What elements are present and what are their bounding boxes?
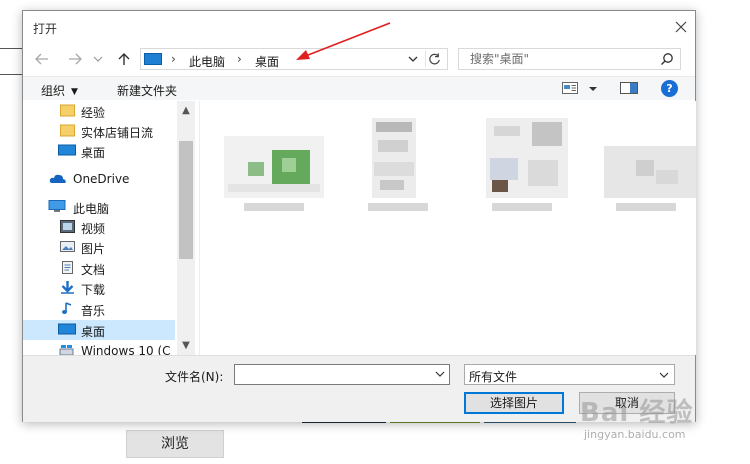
chevron-down-icon [659,372,669,378]
file-item[interactable] [586,113,706,219]
search-icon[interactable] [660,52,674,66]
sidebar-item-label: 下载 [81,283,106,297]
desktop-icon [58,323,76,335]
file-name-placeholder [492,203,552,211]
download-icon [61,281,74,294]
desktop-icon [58,144,76,156]
sidebar-scrollbar[interactable]: ▲ ▼ [177,101,195,355]
sidebar-item-desktop[interactable]: 桌面 [23,141,175,161]
watermark-text: Bai 经验 [580,398,694,428]
address-row: › 此电脑 › 桌面 [23,46,695,72]
sidebar-item-desktop[interactable]: 桌面 [23,320,175,340]
background-divider [0,74,22,75]
sidebar-item-folder[interactable]: 经验 [23,101,175,121]
help-icon[interactable]: ? [661,80,678,97]
drive-icon [59,345,74,355]
file-item[interactable] [338,113,458,219]
video-icon [60,220,75,233]
sidebar-item-music[interactable]: 音乐 [23,299,175,319]
sidebar-item-documents[interactable]: 文档 [23,258,175,278]
file-item[interactable] [214,113,334,219]
dialog-titlebar: 打开 [23,11,695,41]
file-thumbnail [224,136,324,198]
sidebar-item-folder[interactable]: 实体店铺日流 [23,121,175,141]
folder-icon [60,104,75,117]
sidebar-item-label: 图片 [81,242,106,256]
baidu-watermark: Bai 经验 jingyan.baidu.com [580,390,745,462]
search-box [458,48,681,70]
refresh-icon[interactable] [425,51,443,67]
navigation-pane: 经验 实体店铺日流 桌面 OneDrive 此电脑 视频 图片 文档 下载 音乐… [23,101,195,355]
organize-menu[interactable]: 组织 ▼ [41,82,78,99]
sidebar-item-label: OneDrive [73,172,130,186]
computer-icon [48,200,66,212]
view-mode-icon[interactable] [562,82,578,95]
sidebar-item-label: Windows 10 (C [81,344,171,355]
sidebar-item-label: 桌面 [81,325,106,339]
sidebar-item-downloads[interactable]: 下载 [23,278,175,298]
picture-icon [60,241,75,252]
search-input[interactable] [459,49,655,69]
sidebar-item-onedrive[interactable]: OneDrive [23,169,175,189]
dialog-title: 打开 [33,22,58,36]
sidebar-item-label: 实体店铺日流 [81,126,154,140]
sidebar-item-label: 桌面 [81,146,106,160]
file-thumbnail [486,118,568,198]
address-dropdown-icon[interactable] [405,51,421,67]
sidebar-item-pictures[interactable]: 图片 [23,237,175,257]
file-list [199,101,696,355]
file-name-placeholder [244,203,304,211]
file-name-placeholder [616,203,676,211]
file-type-select[interactable]: 所有文件 [464,364,675,385]
open-file-dialog: 打开 › 此电脑 › 桌面 搜索"桌面" 组织 ▼ 新建文件夹 ? 经验 实体店… [22,10,696,422]
file-thumbnail [604,146,696,198]
music-icon [62,302,72,314]
file-type-value: 所有文件 [469,370,518,384]
arrow-right-icon[interactable] [67,51,83,67]
arrow-left-icon[interactable] [34,51,50,67]
file-name-placeholder [368,203,428,211]
breadcrumb-separator: › [237,52,242,66]
background-divider [0,48,22,49]
sidebar-item-this-pc[interactable]: 此电脑 [23,197,175,217]
command-bar: 组织 ▼ 新建文件夹 ? [23,76,695,100]
chevron-down-icon[interactable] [93,51,103,67]
breadcrumb-item-desktop[interactable]: 桌面 [255,53,279,70]
address-bar[interactable]: › 此电脑 › 桌面 [140,48,448,70]
sidebar-item-videos[interactable]: 视频 [23,217,175,237]
scroll-up-icon[interactable]: ▲ [181,106,191,116]
sidebar-item-label: 视频 [81,222,106,236]
sidebar-item-label: 经验 [81,106,106,120]
filename-label: 文件名(N): [165,370,224,384]
scroll-thumb[interactable] [179,141,193,259]
sidebar-item-label: 音乐 [81,304,106,318]
chevron-down-icon[interactable] [434,368,446,380]
caret-down-icon[interactable] [588,82,598,95]
arrow-up-icon[interactable] [116,51,132,67]
watermark-url: jingyan.baidu.com [584,428,686,441]
folder-icon [60,124,75,137]
breadcrumb-separator: › [171,52,176,66]
document-icon [62,261,73,274]
filename-combo [234,364,450,385]
filename-input[interactable] [235,365,431,384]
caret-down-icon: ▼ [71,87,78,97]
scroll-down-icon[interactable]: ▼ [181,341,191,351]
select-image-button[interactable]: 选择图片 [464,392,564,414]
file-thumbnail [372,118,416,198]
cloud-icon [49,174,66,183]
close-icon[interactable] [673,19,689,35]
file-item[interactable] [462,113,582,219]
organize-menu-label: 组织 [41,84,66,98]
breadcrumb-item-this-pc[interactable]: 此电脑 [189,53,225,70]
computer-icon [144,53,162,65]
sidebar-item-label: 此电脑 [73,202,110,216]
browse-button[interactable]: 浏览 [126,430,224,458]
new-folder-button[interactable]: 新建文件夹 [117,82,177,99]
sidebar-item-drive-c[interactable]: Windows 10 (C [23,341,175,355]
preview-pane-icon[interactable] [620,82,638,95]
sidebar-item-label: 文档 [81,263,106,277]
